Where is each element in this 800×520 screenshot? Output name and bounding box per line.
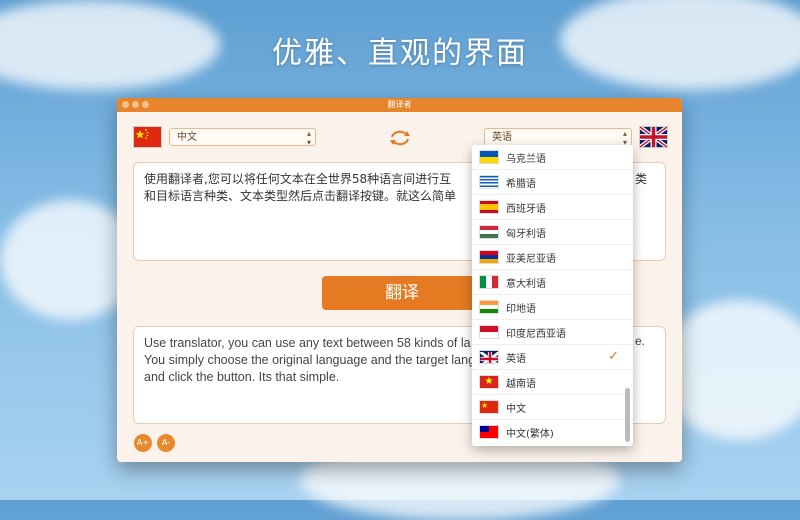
language-dropdown: 乌克兰语 希腊语 西班牙语 匈牙利语 亚美尼亚语 意大利语 印地语 印度尼西亚语… (472, 145, 633, 446)
vietnam-flag-icon: ★ (479, 375, 499, 389)
dropdown-item-label: 乌克兰语 (506, 154, 546, 165)
indonesia-flag-icon (479, 325, 499, 339)
greece-flag-icon (479, 175, 499, 189)
dropdown-item-ukrainian[interactable]: 乌克兰语 (472, 145, 633, 170)
target-language-value: 英语 (492, 132, 512, 143)
china-flag-icon: ★ (479, 400, 499, 414)
increase-font-button[interactable]: A+ (134, 434, 152, 452)
source-language-value: 中文 (177, 132, 197, 143)
dropdown-item-label: 中文 (506, 404, 526, 415)
armenia-flag-icon (479, 250, 499, 264)
translate-button[interactable]: 翻译 (322, 276, 482, 310)
dropdown-item-chinese-traditional[interactable]: 中文(繁体) (472, 420, 633, 444)
swap-languages-icon[interactable] (389, 129, 411, 147)
dropdown-item-hungarian[interactable]: 匈牙利语 (472, 220, 633, 245)
italy-flag-icon (479, 275, 499, 289)
india-flag-icon (479, 300, 499, 314)
dropdown-item-label: 亚美尼亚语 (506, 254, 556, 265)
dropdown-item-spanish[interactable]: 西班牙语 (472, 195, 633, 220)
dropdown-item-vietnamese[interactable]: ★ 越南语 (472, 370, 633, 395)
hungary-flag-icon (479, 225, 499, 239)
uk-flag-icon (639, 126, 668, 148)
ukraine-flag-icon (479, 150, 499, 164)
target-language-select[interactable]: 英语 ▴ ▾ (484, 128, 632, 147)
dropdown-item-italian[interactable]: 意大利语 (472, 270, 633, 295)
window-title: 翻译者 (387, 100, 412, 109)
dropdown-item-label: 希腊语 (506, 179, 536, 190)
titlebar: 翻译者 (117, 98, 682, 112)
dropdown-item-chinese[interactable]: ★ 中文 (472, 395, 633, 420)
dropdown-item-label: 匈牙利语 (506, 229, 546, 240)
taiwan-flag-icon (479, 425, 499, 439)
dropdown-item-english[interactable]: 英语 ✓ (472, 345, 633, 370)
dropdown-item-hindi[interactable]: 印地语 (472, 295, 633, 320)
china-flag-icon (133, 126, 162, 148)
dropdown-scrollbar[interactable] (625, 388, 630, 442)
dropdown-item-greek[interactable]: 希腊语 (472, 170, 633, 195)
dropdown-item-label: 英语 (506, 354, 526, 365)
headline: 优雅、直观的界面 (272, 36, 528, 71)
dropdown-item-indonesian[interactable]: 印度尼西亚语 (472, 320, 633, 345)
dropdown-item-label: 越南语 (506, 379, 536, 390)
decrease-font-button[interactable]: A- (157, 434, 175, 452)
app-screenshot: { "headline": "优雅、直观的界面", "window": {"ti… (0, 0, 800, 520)
dropdown-item-armenian[interactable]: 亚美尼亚语 (472, 245, 633, 270)
dropdown-item-label: 中文(繁体) (506, 429, 554, 440)
spain-flag-icon (479, 200, 499, 214)
dropdown-item-label: 西班牙语 (506, 204, 546, 215)
uk-flag-icon (479, 350, 499, 364)
dropdown-item-label: 印地语 (506, 304, 536, 315)
select-arrows-icon: ▴ ▾ (306, 129, 311, 147)
source-text-overflow: 类 (635, 172, 648, 186)
source-language-select[interactable]: 中文 ▴ ▾ (169, 128, 316, 147)
checkmark-icon: ✓ (608, 349, 619, 364)
dropdown-item-label: 意大利语 (506, 279, 546, 290)
dropdown-item-label: 印度尼西亚语 (506, 329, 566, 340)
output-text-overflow: e. (635, 334, 646, 348)
